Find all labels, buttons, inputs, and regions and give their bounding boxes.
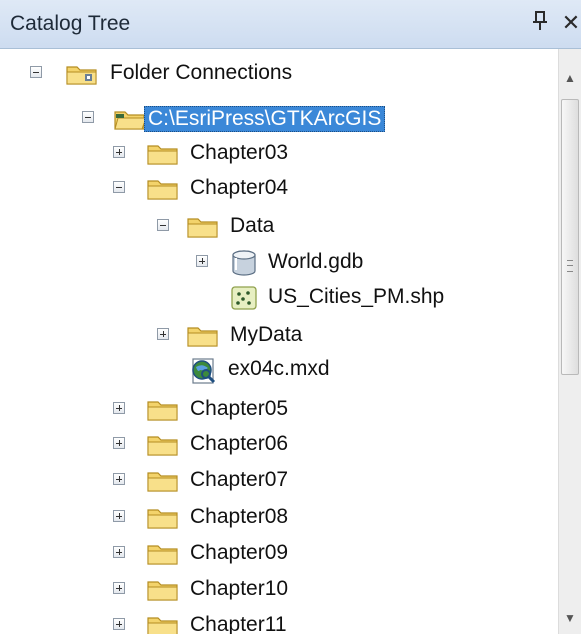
expand-icon[interactable] <box>196 255 208 267</box>
catalog-tree[interactable]: Folder Connections C:\EsriPress\GTKArcGI… <box>0 49 558 634</box>
tree-item-us-cities-shp[interactable]: US_Cities_PM.shp <box>0 283 558 313</box>
collapse-icon[interactable] <box>113 181 125 193</box>
vertical-scrollbar[interactable]: ▲ ▼ <box>558 49 581 634</box>
expand-icon[interactable] <box>113 402 125 414</box>
tree-item-chapter10[interactable]: Chapter10 <box>0 575 558 605</box>
tree-item-label: Chapter05 <box>190 397 289 420</box>
tree-item-chapter07[interactable]: Chapter07 <box>0 466 558 496</box>
folder-icon <box>146 432 180 463</box>
tree-item-label: Chapter11 <box>190 613 287 634</box>
grip-icon <box>567 260 573 272</box>
folder-icon <box>186 323 220 354</box>
folder-connection-icon <box>113 106 147 137</box>
tree-item-gtkarcgis-connection[interactable]: C:\EsriPress\GTKArcGIS <box>0 104 558 134</box>
folder-icon <box>146 397 180 428</box>
scroll-down-arrow-icon[interactable]: ▼ <box>559 607 581 629</box>
expand-icon[interactable] <box>113 618 125 630</box>
folder-connections-icon <box>65 61 99 92</box>
expand-icon[interactable] <box>113 546 125 558</box>
collapse-icon[interactable] <box>30 66 42 78</box>
tree-item-label: ex04c.mxd <box>228 357 330 380</box>
expand-icon[interactable] <box>113 510 125 522</box>
tree-item-chapter04[interactable]: Chapter04 <box>0 174 558 204</box>
expand-icon[interactable] <box>113 582 125 594</box>
tree-item-ex04c-mxd[interactable]: ex04c.mxd <box>0 355 558 385</box>
tree-item-folder-connections[interactable]: Folder Connections <box>0 59 558 89</box>
tree-item-label: MyData <box>230 323 303 346</box>
tree-item-chapter05[interactable]: Chapter05 <box>0 395 558 425</box>
tree-item-label: Chapter06 <box>190 432 289 455</box>
scroll-thumb[interactable] <box>561 99 579 375</box>
point-shapefile-icon <box>229 285 259 316</box>
folder-icon <box>186 214 220 245</box>
scroll-up-arrow-icon[interactable]: ▲ <box>559 67 581 89</box>
map-document-icon <box>188 357 218 390</box>
tree-item-label: Chapter09 <box>190 541 289 564</box>
expand-icon[interactable] <box>113 473 125 485</box>
folder-icon <box>146 505 180 536</box>
tree-item-label: Chapter07 <box>190 468 289 491</box>
tree-item-label: Data <box>230 214 275 237</box>
tree-item-label: Folder Connections <box>110 61 293 84</box>
geodatabase-icon <box>229 250 259 281</box>
folder-icon <box>146 468 180 499</box>
panel-title: Catalog Tree <box>10 12 131 35</box>
folder-icon <box>146 613 180 634</box>
close-icon[interactable]: ✕ <box>561 10 581 36</box>
tree-item-label: US_Cities_PM.shp <box>268 285 445 308</box>
expand-icon[interactable] <box>113 146 125 158</box>
tree-item-chapter11[interactable]: Chapter11 <box>0 611 558 634</box>
folder-icon <box>146 141 180 172</box>
tree-item-label: Chapter10 <box>190 577 289 600</box>
tree-item-data[interactable]: Data <box>0 212 558 242</box>
folder-icon <box>146 577 180 608</box>
collapse-icon[interactable] <box>157 219 169 231</box>
tree-item-label: Chapter04 <box>190 176 289 199</box>
tree-item-label: World.gdb <box>268 250 364 273</box>
tree-item-chapter09[interactable]: Chapter09 <box>0 539 558 569</box>
expand-icon[interactable] <box>113 437 125 449</box>
folder-icon <box>146 541 180 572</box>
tree-item-chapter06[interactable]: Chapter06 <box>0 430 558 460</box>
tree-item-mydata[interactable]: MyData <box>0 321 558 351</box>
catalog-tree-titlebar: Catalog Tree ✕ <box>0 0 581 49</box>
tree-item-label: C:\EsriPress\GTKArcGIS <box>144 106 386 132</box>
tree-item-label: Chapter03 <box>190 141 289 164</box>
expand-icon[interactable] <box>157 328 169 340</box>
pin-icon[interactable] <box>529 10 551 36</box>
tree-item-world-gdb[interactable]: World.gdb <box>0 248 558 278</box>
tree-item-chapter03[interactable]: Chapter03 <box>0 139 558 169</box>
collapse-icon[interactable] <box>82 111 94 123</box>
tree-item-label: Chapter08 <box>190 505 289 528</box>
folder-icon <box>146 176 180 207</box>
tree-item-chapter08[interactable]: Chapter08 <box>0 503 558 533</box>
